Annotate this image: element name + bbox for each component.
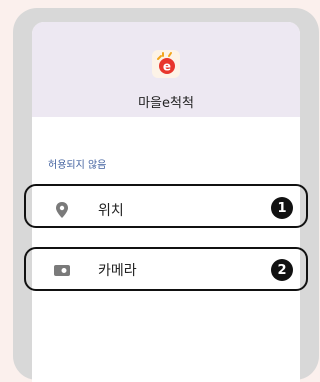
- callout-highlight-camera: [24, 247, 308, 291]
- callout-highlight-location: [24, 184, 308, 228]
- app-name: 마을e척척: [138, 96, 194, 111]
- app-info-header: e 마을e척척: [32, 22, 300, 117]
- callout-number-badge-1: 1: [271, 197, 293, 219]
- section-title-not-allowed: 허용되지 않음: [48, 160, 107, 171]
- callout-number-badge-2: 2: [271, 259, 293, 281]
- app-logo-icon: e: [152, 50, 180, 78]
- svg-text:e: e: [163, 60, 171, 74]
